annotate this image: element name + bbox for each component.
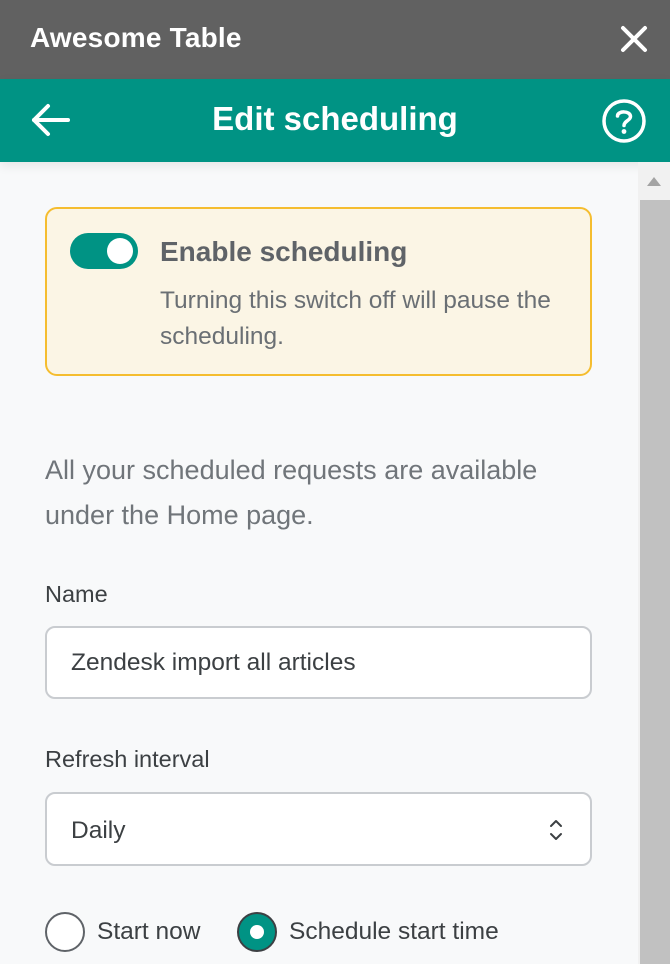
chevron-up-down-icon	[547, 816, 565, 844]
toggle-knob	[107, 238, 133, 264]
notice-title: Enable scheduling	[160, 236, 408, 267]
refresh-interval-label: Refresh interval	[45, 746, 210, 772]
app-title: Awesome Table	[30, 22, 242, 53]
scheduling-notice: Enable scheduling Turning this switch of…	[45, 207, 592, 376]
help-circle-icon[interactable]	[600, 97, 648, 145]
enable-scheduling-toggle[interactable]	[70, 233, 138, 269]
page-title: Edit scheduling	[212, 100, 458, 137]
info-text: All your scheduled requests are availabl…	[45, 455, 538, 530]
name-label: Name	[45, 581, 108, 607]
refresh-interval-value: Daily	[71, 817, 126, 844]
notice-description: Turning this switch off will pause the s…	[160, 287, 551, 350]
refresh-interval-select[interactable]: Daily	[45, 792, 592, 866]
scroll-up-arrow-icon[interactable]	[638, 162, 670, 198]
page-header: Edit scheduling	[0, 79, 670, 162]
close-icon[interactable]	[612, 17, 656, 61]
radio-selected-dot	[250, 925, 264, 939]
name-input[interactable]	[45, 626, 592, 699]
start-now-radio[interactable]	[45, 912, 85, 952]
schedule-start-time-label[interactable]: Schedule start time	[289, 918, 499, 946]
title-bar: Awesome Table	[0, 0, 670, 79]
schedule-start-time-radio[interactable]	[237, 912, 277, 952]
scroll-thumb[interactable]	[640, 200, 670, 964]
start-now-label[interactable]: Start now	[97, 918, 201, 946]
scrollbar[interactable]	[638, 162, 670, 964]
